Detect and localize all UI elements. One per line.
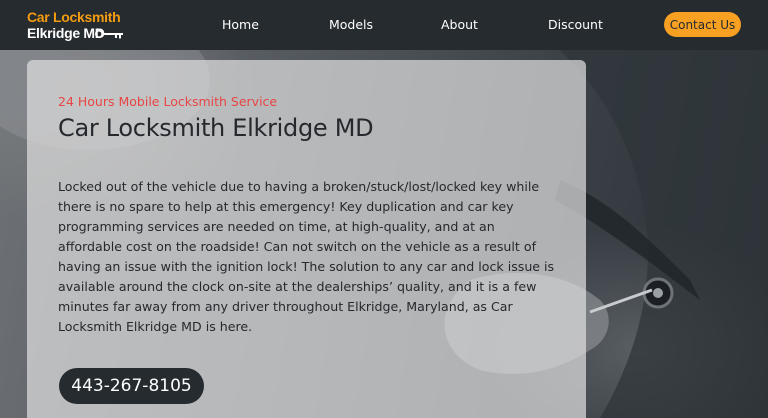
navbar: Car Locksmith Elkridge MD Home Models Ab… (0, 0, 768, 50)
contact-us-button[interactable]: Contact Us (664, 12, 741, 37)
logo-line-2: Elkridge MD (27, 25, 105, 41)
phone-button[interactable]: 443-267-8105 (59, 368, 204, 404)
nav-models[interactable]: Models (329, 17, 373, 32)
logo-line-1: Car Locksmith (27, 9, 121, 25)
key-icon (95, 30, 123, 39)
site-logo[interactable]: Car Locksmith Elkridge MD (27, 9, 137, 43)
nav-discount[interactable]: Discount (548, 17, 603, 32)
page-title: Car Locksmith Elkridge MD (58, 114, 374, 142)
hero-description: Locked out of the vehicle due to having … (58, 179, 555, 334)
hero-card: 24 Hours Mobile Locksmith Service Car Lo… (27, 60, 586, 418)
nav-about[interactable]: About (441, 17, 478, 32)
hero-tagline: 24 Hours Mobile Locksmith Service (58, 94, 278, 109)
nav-home[interactable]: Home (222, 17, 259, 32)
